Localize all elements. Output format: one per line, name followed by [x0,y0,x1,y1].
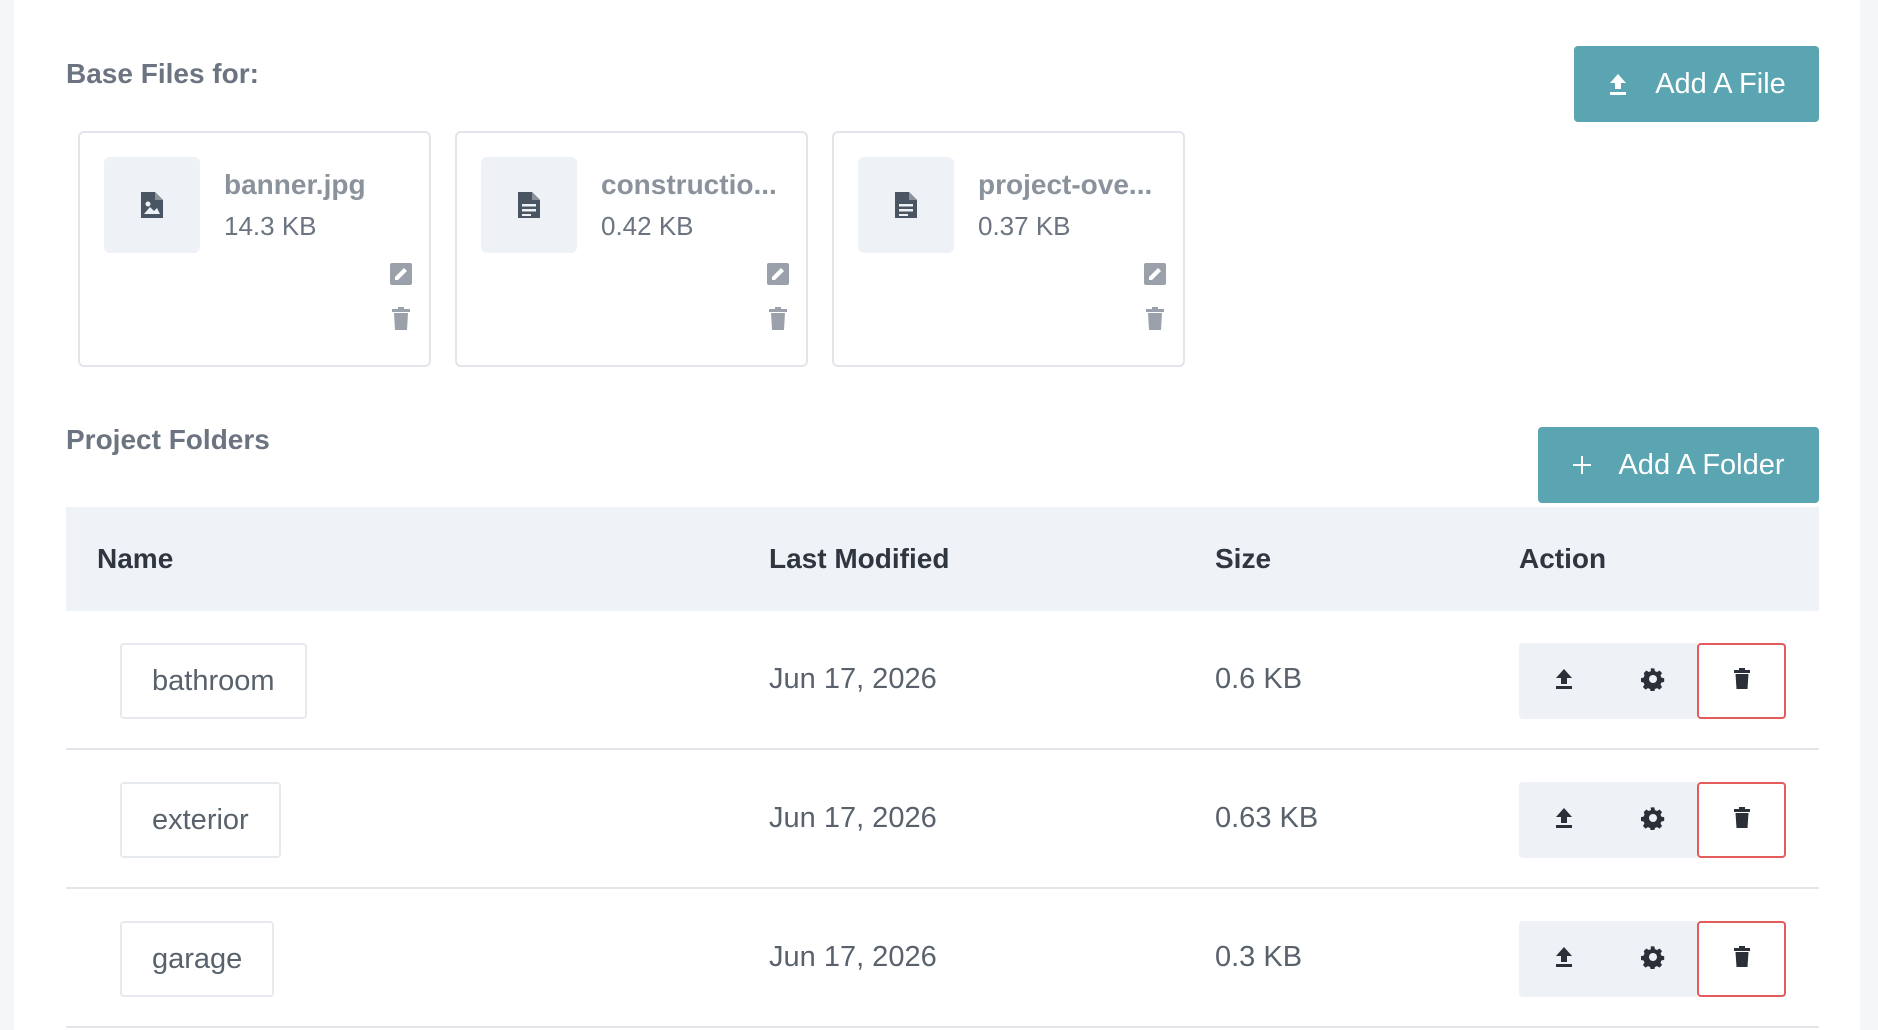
size-cell: 0.63 KB [1215,802,1319,834]
column-header-name: Name [97,543,174,574]
table-row: bathroom Jun 17, 2026 0.6 KB [66,611,1819,750]
file-size: 0.37 KB [978,211,1071,241]
last-modified-cell: Jun 17, 2026 [769,802,937,834]
folder-name-link[interactable]: exterior [120,782,281,858]
folders-table: Name Last Modified Size Action bathroom … [66,507,1819,1028]
trash-icon [1733,668,1750,694]
column-header-size: Size [1215,543,1272,574]
upload-button[interactable] [1519,921,1608,997]
upload-button[interactable] [1519,643,1608,719]
document-file-icon [858,157,954,253]
file-size: 0.42 KB [601,211,694,241]
project-folders-title: Project Folders [66,424,270,455]
base-files-title: Base Files for: [66,58,259,89]
document-file-icon [481,157,577,253]
folder-name-link[interactable]: garage [120,921,275,997]
trash-icon[interactable] [769,307,787,335]
image-file-icon [104,157,200,253]
upload-button[interactable] [1519,782,1608,858]
file-card[interactable]: constructio... 0.42 KB [455,131,808,367]
upload-icon [1554,946,1574,973]
edit-icon[interactable] [767,263,789,290]
table-row: exterior Jun 17, 2026 0.63 KB [66,750,1819,889]
gear-icon [1640,945,1665,974]
add-folder-label: Add A Folder [1618,448,1785,481]
size-cell: 0.6 KB [1215,663,1303,695]
folder-name-link[interactable]: bathroom [120,643,307,719]
settings-button[interactable] [1608,782,1697,858]
add-folder-button[interactable]: Add A Folder [1538,427,1819,503]
trash-icon [1733,807,1750,833]
trash-icon [1733,946,1750,972]
row-actions [1519,921,1786,997]
column-header-last-modified: Last Modified [769,543,950,574]
trash-icon[interactable] [1146,307,1164,335]
last-modified-cell: Jun 17, 2026 [769,941,937,973]
upload-icon [1607,72,1629,96]
file-size: 14.3 KB [224,211,317,241]
file-card[interactable]: banner.jpg 14.3 KB [78,131,431,367]
file-name: project-ove... [978,169,1153,200]
settings-button[interactable] [1608,921,1697,997]
gear-icon [1640,667,1665,696]
last-modified-cell: Jun 17, 2026 [769,663,937,695]
table-header: Name Last Modified Size Action [66,507,1819,611]
row-actions [1519,782,1786,858]
add-file-label: Add A File [1655,67,1786,100]
size-cell: 0.3 KB [1215,941,1303,973]
delete-button[interactable] [1697,643,1786,719]
upload-icon [1554,668,1574,695]
table-row: garage Jun 17, 2026 0.3 KB [66,889,1819,1028]
plus-icon [1572,455,1592,475]
trash-icon[interactable] [392,307,410,335]
add-file-button[interactable]: Add A File [1574,46,1819,122]
file-manager-panel: Base Files for: Add A File banner.jpg 14… [14,0,1860,1030]
gear-icon [1640,806,1665,835]
upload-icon [1554,807,1574,834]
delete-button[interactable] [1697,782,1786,858]
row-actions [1519,643,1786,719]
file-name: banner.jpg [224,169,366,200]
settings-button[interactable] [1608,643,1697,719]
delete-button[interactable] [1697,921,1786,997]
file-card[interactable]: project-ove... 0.37 KB [832,131,1185,367]
file-name: constructio... [601,169,777,200]
column-header-action: Action [1519,543,1607,574]
edit-icon[interactable] [1144,263,1166,290]
edit-icon[interactable] [390,263,412,290]
